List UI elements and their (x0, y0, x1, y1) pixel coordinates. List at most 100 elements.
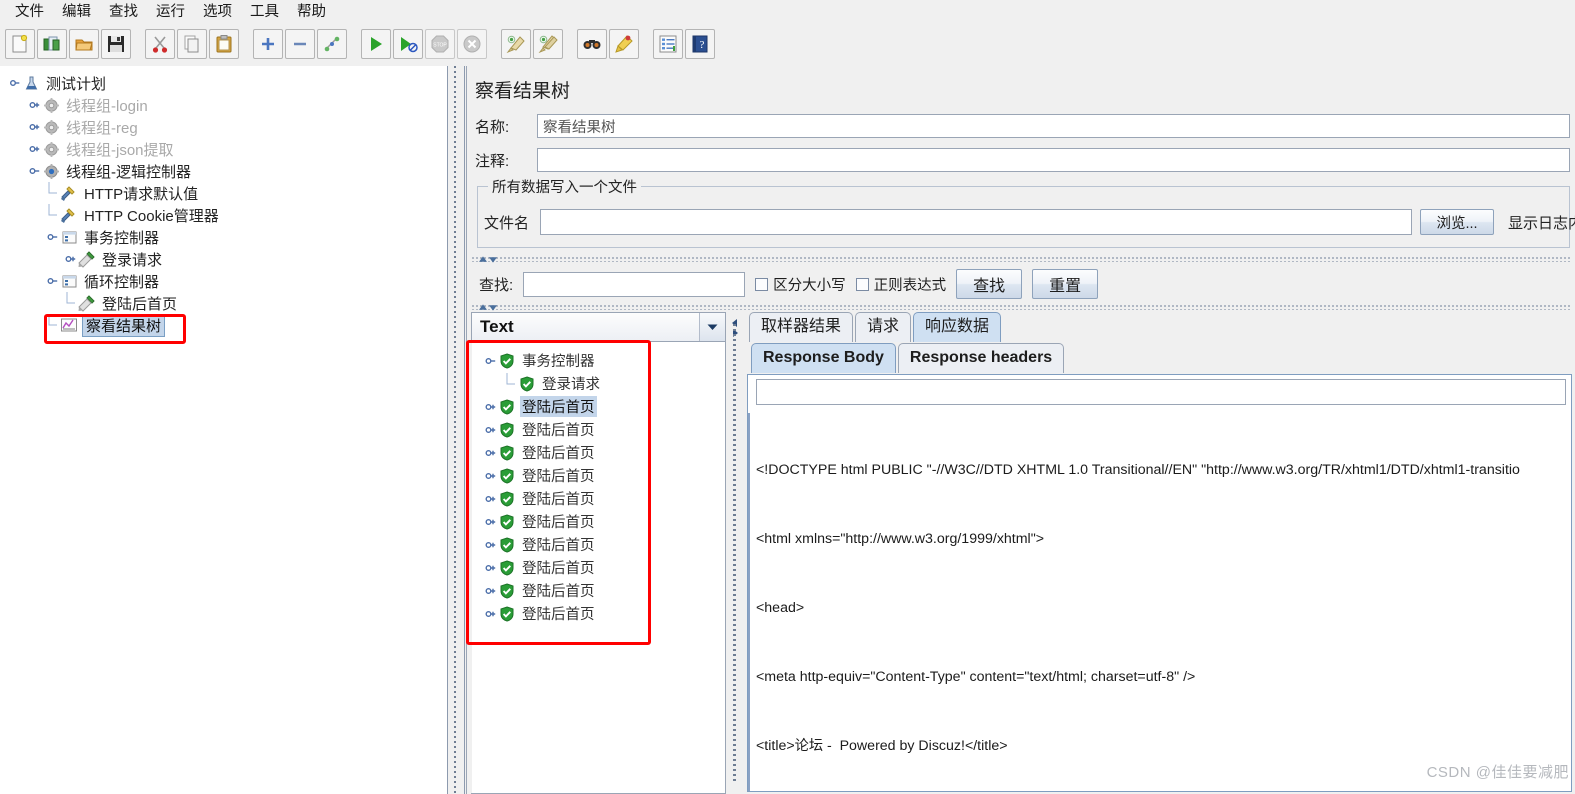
clear-all-icon[interactable] (533, 29, 563, 59)
tab-request[interactable]: 请求 (855, 312, 912, 342)
expander-plus-icon[interactable] (484, 423, 498, 437)
expander-plus-icon[interactable] (64, 252, 78, 266)
divider-bottom[interactable] (471, 304, 1572, 312)
divider-collapse-arrows-2[interactable] (479, 304, 497, 312)
results-splitter[interactable] (729, 312, 741, 794)
expander-minus-icon[interactable] (46, 230, 60, 244)
tree-node-thread-group-logic-controller[interactable]: 线程组-逻辑控制器 (6, 160, 447, 182)
templates-icon[interactable] (37, 29, 67, 59)
test-plan-tree-panel[interactable]: 测试计划 线程组-login 线程组-reg 线程组-json提取 线程组-逻辑… (0, 66, 447, 794)
expander-minus-icon[interactable] (28, 164, 42, 178)
tree-node-transaction-controller[interactable]: 事务控制器 (6, 226, 447, 248)
menu-item-run[interactable]: 运行 (147, 1, 194, 23)
expander-plus-icon[interactable] (28, 98, 42, 112)
expander-plus-icon[interactable] (484, 469, 498, 483)
tree-node-view-results-tree[interactable]: 察看结果树 (6, 313, 447, 337)
function-helper-icon[interactable] (653, 29, 683, 59)
expander-plus-icon[interactable] (484, 400, 498, 414)
tree-node-login-request[interactable]: 登录请求 (6, 248, 447, 270)
menu-item-options[interactable]: 选项 (194, 1, 241, 23)
expander-plus-icon[interactable] (484, 607, 498, 621)
expander-plus-icon[interactable] (484, 446, 498, 460)
test-plan-tree[interactable]: 测试计划 线程组-login 线程组-reg 线程组-json提取 线程组-逻辑… (0, 66, 447, 337)
clear-icon[interactable] (501, 29, 531, 59)
menu-item-file[interactable]: 文件 (6, 1, 53, 23)
find-button[interactable]: 查找 (956, 269, 1023, 299)
menu-item-tools[interactable]: 工具 (241, 1, 288, 23)
response-body-text[interactable]: <!DOCTYPE html PUBLIC "-//W3C//DTD XHTML… (756, 413, 1575, 791)
render-selector-dropdown[interactable]: Text (471, 312, 726, 342)
splitter-left-arrow-icon[interactable] (731, 314, 739, 327)
result-node-home-after-login[interactable]: 登陆后首页 (482, 510, 725, 533)
start-no-pause-icon[interactable] (393, 29, 423, 59)
tree-node-test-plan[interactable]: 测试计划 (6, 72, 447, 94)
result-node-home-after-login[interactable]: 登陆后首页 (482, 602, 725, 625)
menu-item-search[interactable]: 查找 (100, 1, 147, 23)
copy-icon[interactable] (177, 29, 207, 59)
expander-plus-icon[interactable] (28, 120, 42, 134)
checkbox-box-icon[interactable] (755, 277, 769, 291)
expander-minus-icon[interactable] (8, 76, 22, 90)
result-node-home-after-login[interactable]: 登陆后首页 (482, 556, 725, 579)
result-node-login-request[interactable]: 登录请求 (482, 372, 725, 395)
result-node-home-after-login[interactable]: 登陆后首页 (482, 418, 725, 441)
divider-top[interactable] (471, 256, 1572, 264)
result-node-home-after-login[interactable]: 登陆后首页 (482, 395, 725, 418)
toggle-icon[interactable] (317, 29, 347, 59)
tree-node-thread-group-json[interactable]: 线程组-json提取 (6, 138, 447, 160)
result-node-home-after-login[interactable]: 登陆后首页 (482, 579, 725, 602)
reset-search-icon[interactable] (609, 29, 639, 59)
start-icon[interactable] (361, 29, 391, 59)
expander-plus-icon[interactable] (28, 142, 42, 156)
help-icon[interactable]: ? (685, 29, 715, 59)
result-node-transaction-controller[interactable]: 事务控制器 (482, 349, 725, 372)
result-node-home-after-login[interactable]: 登陆后首页 (482, 487, 725, 510)
expander-plus-icon[interactable] (484, 561, 498, 575)
log-content-checkbox-label[interactable]: 显示日志内容 (1508, 212, 1575, 233)
tree-node-thread-group-login[interactable]: 线程组-login (6, 94, 447, 116)
expand-icon[interactable] (253, 29, 283, 59)
menu-item-help[interactable]: 帮助 (288, 1, 335, 23)
response-find-input[interactable] (756, 379, 1566, 405)
tree-node-home-after-login[interactable]: 登陆后首页 (6, 292, 447, 314)
tab-response-body[interactable]: Response Body (751, 343, 896, 373)
splitter-grip[interactable] (454, 66, 458, 794)
main-splitter[interactable] (447, 66, 465, 794)
search-icon[interactable] (577, 29, 607, 59)
divider-collapse-arrows[interactable] (479, 256, 497, 264)
tab-response-data[interactable]: 响应数据 (913, 312, 1002, 342)
expander-minus-icon[interactable] (484, 354, 498, 368)
name-input[interactable] (537, 114, 1570, 138)
menu-item-edit[interactable]: 编辑 (53, 1, 100, 23)
result-node-home-after-login[interactable]: 登陆后首页 (482, 533, 725, 556)
tab-sampler-result[interactable]: 取样器结果 (749, 312, 854, 342)
tree-node-http-cookie-manager[interactable]: HTTP Cookie管理器 (6, 204, 447, 226)
tab-response-headers[interactable]: Response headers (897, 343, 1065, 373)
tree-node-loop-controller[interactable]: 循环控制器 (6, 270, 447, 292)
collapse-icon[interactable] (285, 29, 315, 59)
result-node-home-after-login[interactable]: 登陆后首页 (482, 464, 725, 487)
comment-input[interactable] (537, 148, 1570, 172)
paste-icon[interactable] (209, 29, 239, 59)
results-splitter-grip[interactable] (733, 324, 736, 784)
checkbox-box-icon[interactable] (855, 277, 869, 291)
expander-plus-icon[interactable] (484, 492, 498, 506)
open-icon[interactable] (69, 29, 99, 59)
tree-node-http-request-defaults[interactable]: HTTP请求默认值 (6, 182, 447, 204)
results-tree[interactable]: 事务控制器 登录请求 登陆后首页 登陆后首页 登陆后首页 登陆后首页 登陆后首页… (472, 343, 725, 793)
browse-button[interactable]: 浏览... (1420, 209, 1494, 235)
new-icon[interactable] (5, 29, 35, 59)
filename-input[interactable] (540, 209, 1412, 235)
expander-plus-icon[interactable] (484, 584, 498, 598)
result-node-home-after-login[interactable]: 登陆后首页 (482, 441, 725, 464)
case-sensitive-checkbox[interactable]: 区分大小写 (755, 274, 846, 295)
save-icon[interactable] (101, 29, 131, 59)
expander-plus-icon[interactable] (484, 538, 498, 552)
cut-icon[interactable] (145, 29, 175, 59)
expander-minus-icon[interactable] (46, 274, 60, 288)
expander-plus-icon[interactable] (484, 515, 498, 529)
regex-checkbox[interactable]: 正则表达式 (855, 274, 946, 295)
reset-button[interactable]: 重置 (1032, 269, 1099, 299)
search-input[interactable] (523, 271, 746, 297)
chevron-down-icon[interactable] (699, 313, 725, 341)
